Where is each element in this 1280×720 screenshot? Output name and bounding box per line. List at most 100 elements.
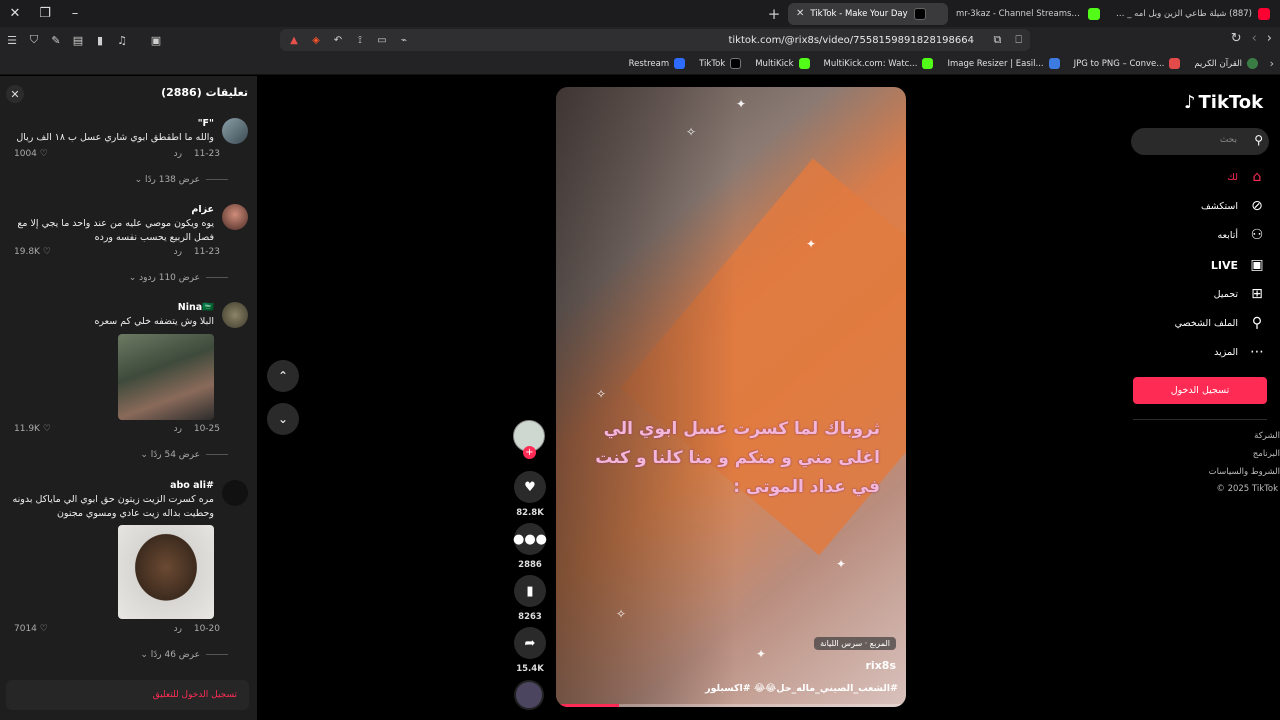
- avatar[interactable]: [222, 302, 248, 328]
- bookmark-multikick[interactable]: MultiKick: [755, 58, 810, 69]
- share-button[interactable]: ➦ 15.4K: [513, 627, 547, 674]
- warning-icon[interactable]: ▲: [286, 32, 302, 48]
- view-replies-button[interactable]: عرض 110 ردود ⌄: [128, 273, 228, 283]
- video-music-label[interactable]: المربع · سرس الليانة: [814, 637, 896, 650]
- comment-like-button[interactable]: 1004 ♡: [14, 149, 48, 159]
- like-button[interactable]: ♥ 82.8K: [513, 471, 547, 518]
- restore-window-icon[interactable]: ❐: [30, 0, 60, 27]
- comment-like-button[interactable]: 11.9K ♡: [14, 424, 51, 434]
- video-username[interactable]: rix8s: [866, 659, 897, 672]
- nav-following[interactable]: أتابعه ⚇: [1146, 225, 1266, 245]
- live-icon: ▣: [1250, 257, 1264, 273]
- nav-explore[interactable]: استكشف ⊘: [1146, 196, 1266, 216]
- reply-button[interactable]: رد: [174, 149, 182, 159]
- nav-more[interactable]: المزيد ⋯: [1146, 342, 1266, 362]
- nav-live[interactable]: LIVE ▣: [1146, 255, 1266, 275]
- bookmark-jpg-to-png[interactable]: JPG to PNG – Conve...: [1074, 58, 1181, 69]
- reply-button[interactable]: رد: [174, 424, 182, 434]
- url-text: tiktok.com/@rix8s/video/7558159891828198…: [728, 34, 974, 46]
- sidebar-icon[interactable]: ▮: [90, 30, 110, 50]
- translate-icon[interactable]: ⟟: [352, 32, 368, 48]
- menu-icon[interactable]: ☰: [2, 30, 22, 50]
- search-icon[interactable]: ⚲: [1254, 133, 1263, 147]
- music-icon[interactable]: ♫: [112, 30, 132, 50]
- login-to-comment-button[interactable]: تسجيل الدخول للتعليق: [6, 680, 249, 710]
- search-input[interactable]: بحث ⚲: [1131, 128, 1269, 155]
- nav-profile[interactable]: الملف الشخصي ⚲: [1146, 313, 1266, 333]
- comment-author[interactable]: Nina🇸🇦: [9, 302, 214, 313]
- comment-like-button[interactable]: 7014 ♡: [14, 624, 48, 634]
- bookmark-label: Restream: [628, 58, 670, 69]
- reply-button[interactable]: رد: [174, 247, 182, 257]
- comment-author[interactable]: عزام: [9, 204, 214, 215]
- comment-item: "F" والله ما اطقطق ابوي شاري عسل ب ١٨ ال…: [8, 118, 248, 198]
- bookmark-multikick-watch[interactable]: MultiKick.com: Watc...: [824, 58, 934, 69]
- video-overlay-text: ثروباك لما كسرت عسل ابوي الي اغلى مني و …: [595, 419, 880, 497]
- share-link-icon[interactable]: ⧉: [994, 33, 1002, 47]
- video-progress-bar[interactable]: [556, 704, 906, 707]
- login-button[interactable]: تسجيل الدخول: [1133, 377, 1267, 404]
- reload-icon[interactable]: ↻: [1231, 31, 1242, 46]
- tiktok-logo[interactable]: ♪ TikTok: [1184, 92, 1263, 113]
- tab-manager-icon[interactable]: ▤: [68, 30, 88, 50]
- tab-kick[interactable]: mr-3kaz - Channel Streams on Kick: [948, 3, 1108, 25]
- new-tab-button[interactable]: +: [760, 0, 788, 27]
- address-bar[interactable]: ▲ ◈ ↶ ⟟ ▭ ⌁ tiktok.com/@rix8s/video/7558…: [280, 29, 1030, 51]
- following-icon: ⚇: [1250, 227, 1264, 243]
- close-tab-icon[interactable]: ✕: [796, 8, 804, 19]
- comment-author[interactable]: #abo ali: [9, 480, 214, 491]
- forward-icon[interactable]: ›: [1267, 31, 1272, 46]
- shield-icon[interactable]: ⛉: [24, 30, 44, 50]
- avatar[interactable]: [222, 118, 248, 144]
- footer-program-link[interactable]: البرنامج: [1253, 449, 1280, 459]
- music-disc-icon[interactable]: [514, 680, 544, 710]
- video-player[interactable]: ✦ ✧ ✦ ✧ ✦ ✧ ✦ ثروباك لما كسرت عسل ابوي ا…: [556, 87, 906, 707]
- save-button[interactable]: ▮ 8263: [513, 575, 547, 622]
- bookmark-icon[interactable]: ⎕: [1015, 33, 1022, 47]
- view-replies-button[interactable]: عرض 46 ردًا ⌄: [128, 650, 228, 660]
- comment-button[interactable]: ●●● 2886: [513, 523, 547, 570]
- bookmark-quran[interactable]: القرآن الكريم: [1194, 58, 1258, 69]
- previous-video-button[interactable]: ⌃: [267, 360, 299, 392]
- more-bookmarks-icon[interactable]: ›: [1270, 57, 1274, 70]
- sparkle-icon: ✧: [686, 125, 697, 139]
- tiktok-icon: [730, 58, 742, 69]
- nav-upload[interactable]: تحميل ⊞: [1146, 284, 1266, 304]
- comment-text: يوه ويكون موصي عليه من عند واحد ما يجي إ…: [17, 218, 214, 243]
- video-caption[interactable]: #الشعب_الصيني_ماله_حل😂😂 #اكسبلور: [705, 683, 898, 694]
- follow-plus-icon[interactable]: +: [523, 446, 536, 459]
- reader-icon[interactable]: ▭: [374, 32, 390, 48]
- avatar[interactable]: [222, 204, 248, 230]
- tab-title: mr-3kaz - Channel Streams on Kick: [956, 8, 1082, 19]
- screenshot-icon[interactable]: ▣: [146, 30, 166, 50]
- tab-youtube[interactable]: (887) شيلة طاعي الزين وبل امه _ اداء: [1108, 3, 1278, 25]
- nav-label: الملف الشخصي: [1174, 317, 1238, 329]
- undo-icon[interactable]: ↶: [330, 32, 346, 48]
- comments-panel: ✕ تعليقات (2886) "F" والله ما اطقطق ابوي…: [0, 76, 257, 720]
- comment-image[interactable]: [118, 334, 214, 420]
- comment-like-button[interactable]: 19.8K ♡: [14, 247, 51, 257]
- close-window-icon[interactable]: ✕: [0, 0, 30, 27]
- view-replies-button[interactable]: عرض 138 ردًا ⌄: [128, 175, 228, 185]
- footer-company-link[interactable]: الشركة: [1254, 431, 1280, 441]
- footer-terms-link[interactable]: الشروط والسياسات: [1209, 467, 1280, 477]
- comment-author[interactable]: "F": [9, 118, 214, 129]
- bookmark-tiktok[interactable]: TikTok: [699, 58, 742, 69]
- bookmark-image-resizer[interactable]: Image Resizer | Easil...: [947, 58, 1060, 69]
- next-video-button[interactable]: ⌄: [267, 403, 299, 435]
- tab-tiktok[interactable]: ✕ TikTok - Make Your Day: [788, 2, 948, 25]
- wallet-icon[interactable]: ⌁: [396, 32, 412, 48]
- close-comments-button[interactable]: ✕: [6, 85, 24, 103]
- avatar[interactable]: [222, 480, 248, 506]
- back-icon[interactable]: ‹: [1252, 31, 1257, 46]
- minimize-window-icon[interactable]: –: [60, 0, 90, 27]
- brave-shield-icon[interactable]: ◈: [308, 32, 324, 48]
- extensions-icon[interactable]: ✎: [46, 30, 66, 50]
- nav-for-you[interactable]: لك ⌂: [1146, 167, 1266, 187]
- comment-date: 10-20: [193, 624, 220, 634]
- bookmark-restream[interactable]: Restream: [629, 58, 686, 69]
- view-replies-button[interactable]: عرض 54 ردًا ⌄: [128, 450, 228, 460]
- restream-icon: [674, 58, 686, 69]
- reply-button[interactable]: رد: [174, 624, 182, 634]
- comment-image[interactable]: [118, 525, 214, 619]
